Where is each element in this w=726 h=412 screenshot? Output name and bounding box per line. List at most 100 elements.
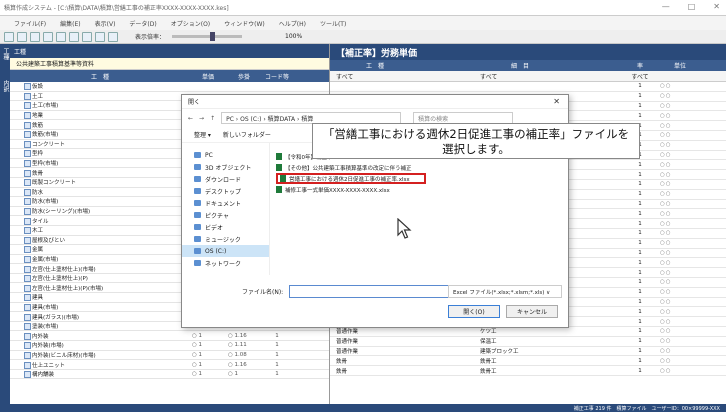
col-labor[interactable]: 歩掛	[226, 72, 262, 81]
rate-cell: 1	[638, 161, 642, 168]
filter-rate[interactable]: すべて	[620, 72, 660, 81]
correction-row[interactable]: 鉄骨 鉄骨工 1 ○○	[330, 356, 726, 367]
correction-row[interactable]: 普通作業 保温工 1 ○○	[330, 337, 726, 347]
edit-icon[interactable]	[82, 31, 92, 42]
target-file-item[interactable]: 営繕工事における週休2日促進工事の補正率.xlsx	[276, 173, 426, 184]
search-icon[interactable]	[95, 31, 105, 42]
check-icon[interactable]	[69, 31, 79, 42]
zoom-slider[interactable]	[172, 32, 243, 41]
correction-row[interactable]: 鉄骨 鉄骨工 1 ○○	[330, 366, 726, 376]
forward-icon[interactable]: →	[199, 115, 204, 122]
minimize-button[interactable]: —	[662, 2, 670, 11]
unit-cell: ○○	[660, 259, 672, 266]
nav-item-label: ドキュメント	[205, 200, 242, 208]
organize-button[interactable]: 整理 ▾	[194, 130, 211, 139]
filetype-select[interactable]: Excel ファイル(*.xlsx;*.xlsm;*.xls) ∨	[448, 285, 562, 298]
correction-row[interactable]: 1 ○○	[330, 82, 726, 92]
percent-icon[interactable]	[108, 31, 118, 42]
filter-saimoku[interactable]: すべて	[420, 72, 620, 81]
open-button[interactable]: 開く(O)	[448, 305, 500, 318]
work-type-name: 鉄骨	[10, 169, 190, 177]
up-icon[interactable]: ↑	[210, 115, 215, 122]
nav-item[interactable]: 3D オブジェクト	[182, 161, 269, 173]
folder-icon	[194, 236, 201, 242]
file-item[interactable]: 補修工事一式単価XXXX-XXXX-XXXX.xlsx	[276, 184, 564, 195]
unit-cell: ○○	[660, 240, 672, 247]
nav-item[interactable]: OS (C:)	[182, 245, 269, 257]
menu-help[interactable]: ヘルプ(H)	[279, 19, 306, 28]
nav-item-label: OS (C:)	[205, 247, 227, 255]
work-type-name: 防水(市場)	[10, 197, 190, 206]
unit-cell: ○○	[660, 347, 672, 354]
work-type-row[interactable]: 内外装(市場) ○ 1 ○ 1.11 1	[10, 341, 329, 351]
nav-item[interactable]: ミュージック	[182, 233, 269, 245]
menu-data[interactable]: データ(D)	[129, 19, 156, 28]
filename-row: ファイル名(N):	[242, 285, 450, 298]
nav-item[interactable]: ドキュメント	[182, 197, 269, 209]
back-icon[interactable]: ←	[188, 115, 193, 122]
instruction-callout: 「営繕工事における週休2日促進工事の補正率」ファイルを 選択します。	[312, 123, 640, 159]
correction-row[interactable]: 普通作業 建築ブロック工 1 ○○	[330, 347, 726, 357]
zoom-value: 100%	[285, 33, 303, 40]
col-unit-price[interactable]: 単価	[190, 72, 226, 81]
cancel-button[interactable]: キャンセル	[506, 305, 558, 318]
filter-kouhsu[interactable]: すべて	[330, 72, 420, 81]
new-folder-button[interactable]: 新しいフォルダー	[223, 130, 271, 139]
close-window-button[interactable]: ✕	[713, 2, 720, 11]
work-type-row[interactable]: 仮設	[10, 82, 329, 92]
unit-price-cell: ○ 1	[192, 361, 203, 368]
side-tab-uchiwake[interactable]: 内訳	[1, 80, 10, 92]
folder-icon	[194, 200, 201, 206]
work-type-name: 仮設	[10, 82, 190, 91]
menu-window[interactable]: ウィンドウ(W)	[224, 19, 265, 28]
menu-view[interactable]: 表示(V)	[95, 19, 116, 28]
col-code[interactable]: コード等	[262, 72, 292, 81]
work-type-name: 金属(市場)	[10, 255, 190, 263]
print-icon[interactable]	[30, 31, 40, 42]
folder-icon	[194, 260, 201, 266]
nav-item[interactable]: ダウンロード	[182, 173, 269, 185]
side-tab-kouhsu[interactable]: 工種	[1, 48, 10, 60]
col-rate[interactable]: 率	[620, 61, 660, 70]
work-type-name: 仕上ユニット	[10, 361, 190, 369]
rate-cell: 1	[638, 171, 642, 178]
work-type-row[interactable]: 仕上ユニット ○ 1 ○ 1.16 1	[10, 360, 329, 370]
paste-icon[interactable]	[56, 31, 66, 42]
close-icon[interactable]: ✕	[553, 97, 560, 106]
folder-icon	[194, 188, 201, 194]
saimoku-cell: 保温工	[480, 339, 497, 346]
nav-item[interactable]: ネットワーク	[182, 257, 269, 269]
col-work-type[interactable]: 工 種	[10, 72, 190, 81]
nav-item-label: ミュージック	[205, 236, 241, 244]
nav-item[interactable]: PC	[182, 149, 269, 161]
kouhsu-cell: 普通作業	[336, 348, 359, 355]
menu-file[interactable]: ファイル(F)	[14, 19, 46, 28]
nav-item[interactable]: ピクチャ	[182, 209, 269, 221]
rate-cell: 1	[638, 249, 642, 256]
menu-edit[interactable]: 編集(E)	[60, 19, 80, 28]
menu-bar: ファイル(F) 編集(E) 表示(V) データ(D) オプション(O) ウィンド…	[0, 16, 726, 30]
col-saimoku[interactable]: 細 目	[420, 61, 620, 70]
unit-cell: ○○	[660, 289, 672, 296]
work-type-row[interactable]: 内外装 ○ 1 ○ 1.16 1	[10, 331, 329, 342]
col-unit[interactable]: 単位	[660, 61, 700, 70]
menu-tools[interactable]: ツール(T)	[320, 19, 346, 28]
work-type-name: 内外装	[10, 332, 190, 340]
menu-options[interactable]: オプション(O)	[171, 19, 210, 28]
nav-item[interactable]: デスクトップ	[182, 185, 269, 197]
nav-item[interactable]: ビデオ	[182, 221, 269, 233]
save-icon[interactable]	[17, 31, 27, 42]
open-file-icon[interactable]	[4, 31, 14, 42]
unit-price-cell: ○ 1	[192, 351, 203, 358]
filename-input[interactable]	[289, 285, 450, 298]
rate-cell: 1	[638, 279, 642, 286]
work-type-name: 型枠(市場)	[10, 159, 190, 168]
file-list: 【令和0年】補正率 【その他】公共建築工事積算基準の改定に伴う補正 営繕工事における…	[270, 143, 570, 275]
work-type-row[interactable]: 内外装(ビニル床材)(市場) ○ 1 ○ 1.08 1	[10, 351, 329, 361]
maximize-button[interactable]: □	[688, 2, 696, 11]
file-item[interactable]: 【その他】公共建築工事積算基準の改定に伴う補正	[276, 162, 564, 173]
zoom-slider-thumb[interactable]	[210, 32, 216, 41]
copy-icon[interactable]	[43, 31, 53, 42]
work-type-row[interactable]: 構内舗装 ○ 1 ○ 11	[10, 370, 329, 380]
col-kouhsu[interactable]: 工 種	[330, 61, 420, 70]
